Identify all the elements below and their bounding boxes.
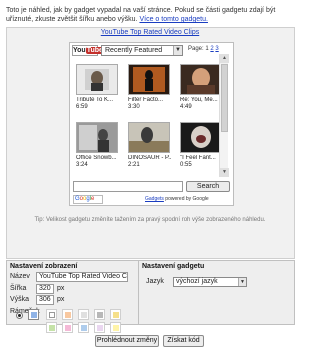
preview-changes-button[interactable]: Prohlédnout změny [95,335,159,347]
scrollbar-thumb[interactable] [221,64,228,132]
video-thumbnail[interactable] [128,122,170,153]
name-field[interactable]: YouTube Top Rated Video Clip [36,272,128,282]
border-swatch [31,312,37,318]
video-title[interactable]: Tribute To K... [76,97,120,103]
border-option[interactable] [28,309,39,320]
video-grid: Tribute To K... 6:59 Filter Facto... 3:3… [76,64,224,174]
video-duration: 6:59 [76,104,88,110]
language-select[interactable]: výchozí jazyk ▼ [173,277,247,287]
border-swatch [65,325,71,331]
search-row: Search [73,181,233,192]
video-title[interactable]: Re: You, Me... [180,97,224,103]
video-item[interactable]: "I Feel Fant... 0:55 [180,122,222,173]
page-2-link[interactable]: 2 [210,46,213,52]
video-thumbnail[interactable] [76,122,118,153]
youtube-logo: YouTube [72,45,104,56]
page-1[interactable]: 1 [205,46,208,52]
video-duration: 3:24 [76,162,88,168]
border-swatch [65,312,71,318]
gadget-settings-title: Nastavení gadgetu [142,263,205,270]
page-3-link[interactable]: 3 [215,46,218,52]
border-swatch [49,325,55,331]
video-item[interactable]: Office Snowb... 3:24 [76,122,118,173]
feed-select[interactable]: Recently Featured ▼ [101,45,183,56]
border-swatch [81,312,87,318]
width-unit: px [57,285,65,292]
youtube-toolbar: YouTube Recently Featured ▼ Page: 1 2 3 [72,45,232,56]
display-settings-title: Nastavení zobrazení [10,263,78,270]
google-logo: Google [73,195,103,204]
border-swatch [113,312,119,318]
video-item[interactable]: Filter Facto... 3:30 [128,64,170,115]
video-duration: 4:49 [180,104,192,110]
search-button[interactable]: Search [186,181,230,192]
name-label: Název [10,273,30,280]
scroll-up-icon[interactable]: ▲ [220,54,229,63]
video-duration: 3:30 [128,104,140,110]
video-duration: 0:55 [180,162,192,168]
video-item[interactable]: DINOSAUR - P... 2:21 [128,122,172,173]
get-code-button[interactable]: Získat kód [163,335,204,347]
video-title[interactable]: DINOSAUR - P... [128,155,172,161]
video-thumbnail[interactable] [180,64,222,95]
gadget-title-link[interactable]: YouTube Top Rated Video Clips [0,29,300,36]
width-field[interactable]: 320 [36,284,54,294]
language-label: Jazyk [146,278,164,285]
border-swatch [97,312,103,318]
settings-divider [138,261,139,324]
resize-tip: Tip: Velikost gadgetu změníte tažením za… [34,217,266,223]
border-option[interactable] [110,322,121,333]
video-thumbnail[interactable] [76,64,118,95]
border-swatch [113,325,119,331]
pagination: Page: 1 2 3 [188,46,219,52]
height-unit: px [57,296,65,303]
video-title[interactable]: Filter Facto... [128,97,172,103]
scroll-down-icon[interactable]: ▼ [220,168,229,177]
video-item[interactable]: Re: You, Me... 4:49 [180,64,222,115]
search-input[interactable] [73,181,183,192]
border-option[interactable] [46,309,57,320]
chevron-down-icon: ▼ [238,278,246,286]
border-option[interactable] [62,309,73,320]
google-footer: Google Gadgets powered by Google [73,195,233,205]
video-title[interactable]: "I Feel Fant... [180,155,224,161]
border-swatch [49,312,55,318]
border-option[interactable] [94,309,105,320]
border-option[interactable] [62,322,73,333]
border-option[interactable] [78,322,89,333]
gadgets-link[interactable]: Gadgets [145,196,164,202]
border-option[interactable] [78,309,89,320]
video-duration: 2:21 [128,162,140,168]
intro-text: Toto je náhled, jak by gadget vypadal na… [6,6,296,24]
video-item[interactable]: Tribute To K... 6:59 [76,64,118,115]
width-label: Šířka [10,285,27,292]
border-option[interactable] [46,322,57,333]
height-label: Výška [10,296,30,303]
video-scrollbar[interactable]: ▲ ▼ [219,54,229,177]
border-swatch [97,325,103,331]
border-option-none-radio[interactable] [16,312,23,319]
border-option[interactable] [94,322,105,333]
border-option[interactable] [110,309,121,320]
powered-by: Gadgets powered by Google [145,196,209,202]
video-thumbnail[interactable] [180,122,222,153]
border-swatch [81,325,87,331]
height-field[interactable]: 306 [36,295,54,305]
chevron-down-icon: ▼ [173,46,182,55]
video-title[interactable]: Office Snowb... [76,155,120,161]
more-about-gadget-link[interactable]: Více o tomto gadgetu. [139,16,208,23]
video-thumbnail[interactable] [128,64,170,95]
